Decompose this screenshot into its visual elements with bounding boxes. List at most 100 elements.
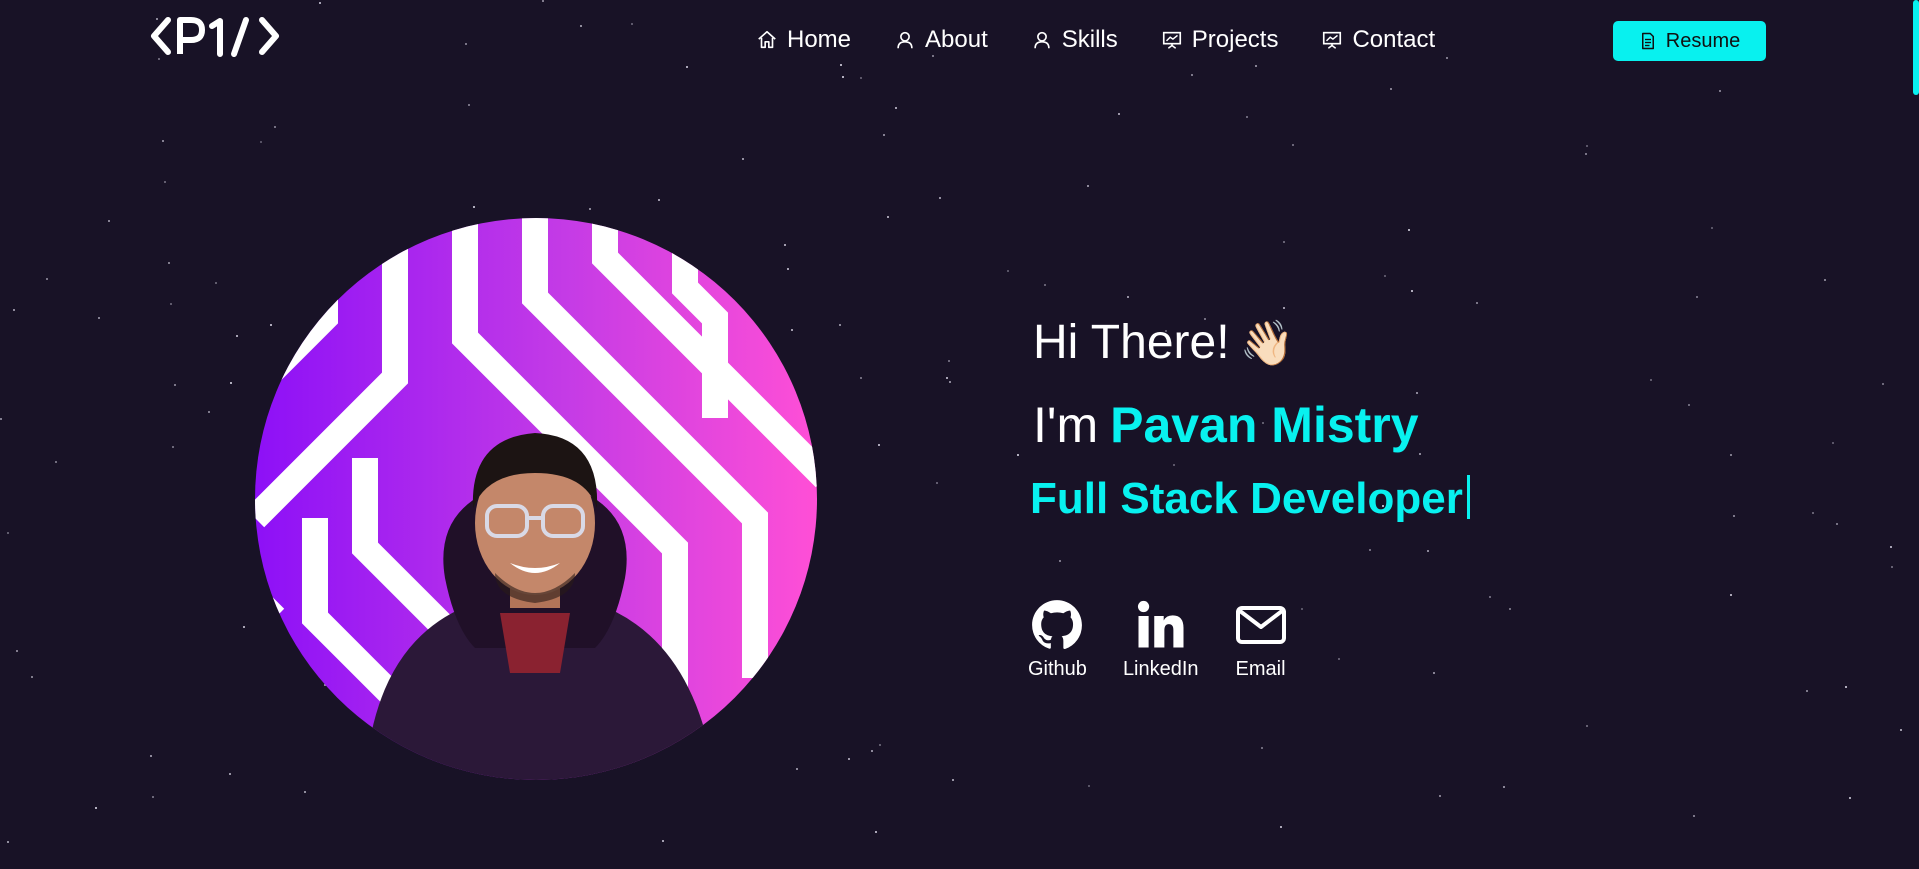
star-dot bbox=[243, 626, 245, 628]
nav-item-home[interactable]: Home bbox=[756, 20, 851, 60]
star-dot bbox=[1384, 275, 1386, 277]
star-dot bbox=[871, 750, 873, 752]
email-label: Email bbox=[1235, 658, 1286, 680]
nav-item-about[interactable]: About bbox=[894, 20, 988, 60]
star-dot bbox=[13, 309, 15, 311]
star-dot bbox=[1900, 729, 1902, 731]
star-dot bbox=[1369, 549, 1371, 551]
nav-item-label: About bbox=[925, 26, 988, 53]
star-dot bbox=[631, 23, 633, 25]
star-dot bbox=[1292, 144, 1294, 146]
star-dot bbox=[1891, 566, 1893, 568]
star-dot bbox=[260, 141, 262, 143]
star-dot bbox=[46, 278, 48, 280]
star-dot bbox=[7, 841, 9, 843]
star-dot bbox=[31, 676, 33, 678]
nav-item-skills[interactable]: Skills bbox=[1031, 20, 1118, 60]
email-link[interactable]: Email bbox=[1235, 598, 1287, 681]
star-dot bbox=[658, 199, 660, 201]
star-dot bbox=[948, 360, 950, 362]
star-dot bbox=[1476, 302, 1478, 304]
star-dot bbox=[1127, 296, 1129, 298]
document-icon bbox=[1639, 32, 1657, 50]
star-dot bbox=[1711, 227, 1713, 229]
nav-item-contact[interactable]: Contact bbox=[1321, 20, 1435, 60]
star-dot bbox=[162, 140, 164, 142]
star-dot bbox=[168, 262, 170, 264]
waving-hand-icon: 👋🏻 bbox=[1239, 318, 1295, 368]
star-dot bbox=[1419, 453, 1421, 455]
star-dot bbox=[1650, 379, 1652, 381]
star-dot bbox=[16, 650, 18, 652]
star-dot bbox=[1688, 404, 1690, 406]
typing-caret bbox=[1466, 475, 1470, 519]
star-dot bbox=[170, 303, 172, 305]
github-link[interactable]: Github bbox=[1028, 598, 1087, 681]
star-dot bbox=[108, 220, 110, 222]
star-dot bbox=[860, 377, 862, 379]
star-dot bbox=[1733, 515, 1735, 517]
star-dot bbox=[1719, 90, 1721, 92]
linkedin-link[interactable]: LinkedIn bbox=[1123, 598, 1199, 681]
resume-label: Resume bbox=[1665, 29, 1741, 52]
nav-item-projects[interactable]: Projects bbox=[1161, 20, 1278, 60]
star-dot bbox=[1087, 185, 1089, 187]
star-dot bbox=[152, 796, 154, 798]
star-dot bbox=[208, 411, 210, 413]
star-dot bbox=[150, 755, 152, 757]
star-dot bbox=[879, 744, 881, 746]
star-dot bbox=[1845, 686, 1847, 688]
star-dot bbox=[1261, 747, 1263, 749]
star-dot bbox=[787, 268, 789, 270]
logo[interactable] bbox=[150, 14, 302, 64]
star-dot bbox=[1283, 307, 1285, 309]
star-dot bbox=[860, 77, 862, 79]
star-dot bbox=[887, 216, 889, 218]
star-dot bbox=[1280, 826, 1282, 828]
star-dot bbox=[1017, 454, 1019, 456]
logo-mark bbox=[151, 17, 279, 57]
star-dot bbox=[1059, 560, 1061, 562]
star-dot bbox=[1696, 296, 1698, 298]
star-dot bbox=[662, 840, 664, 842]
star-dot bbox=[95, 807, 97, 809]
user-icon bbox=[894, 29, 916, 51]
star-dot bbox=[1730, 454, 1732, 456]
star-dot bbox=[796, 768, 798, 770]
star-dot bbox=[1007, 270, 1009, 272]
star-dot bbox=[1824, 279, 1826, 281]
star-dot bbox=[946, 377, 948, 379]
star-dot bbox=[1191, 74, 1193, 76]
star-dot bbox=[274, 126, 276, 128]
star-dot bbox=[0, 418, 2, 420]
star-dot bbox=[1283, 241, 1285, 243]
star-dot bbox=[319, 2, 321, 4]
star-dot bbox=[883, 134, 885, 136]
star-dot bbox=[949, 381, 951, 383]
star-dot bbox=[1503, 786, 1505, 788]
star-dot bbox=[1246, 116, 1248, 118]
mail-icon bbox=[1235, 598, 1287, 652]
presentation-icon bbox=[1321, 29, 1343, 51]
home-icon bbox=[756, 29, 778, 51]
star-dot bbox=[7, 532, 9, 534]
scrollbar-thumb[interactable] bbox=[1913, 0, 1919, 95]
person-name: Pavan Mistry bbox=[1110, 397, 1419, 453]
star-dot bbox=[1433, 672, 1435, 674]
star-dot bbox=[1044, 284, 1046, 286]
star-dot bbox=[1585, 153, 1587, 155]
star-dot bbox=[1586, 145, 1588, 147]
star-dot bbox=[839, 324, 841, 326]
star-dot bbox=[1586, 725, 1588, 727]
github-icon bbox=[1031, 598, 1083, 652]
star-dot bbox=[848, 758, 850, 760]
resume-button[interactable]: Resume bbox=[1613, 21, 1766, 61]
star-dot bbox=[473, 206, 475, 208]
star-dot bbox=[1411, 290, 1413, 292]
role-typewriter: Full Stack Developer bbox=[1030, 474, 1470, 524]
star-dot bbox=[1173, 464, 1175, 466]
star-dot bbox=[1730, 594, 1732, 596]
star-dot bbox=[1836, 523, 1838, 525]
nav-item-label: Home bbox=[787, 26, 852, 53]
star-dot bbox=[172, 446, 174, 448]
